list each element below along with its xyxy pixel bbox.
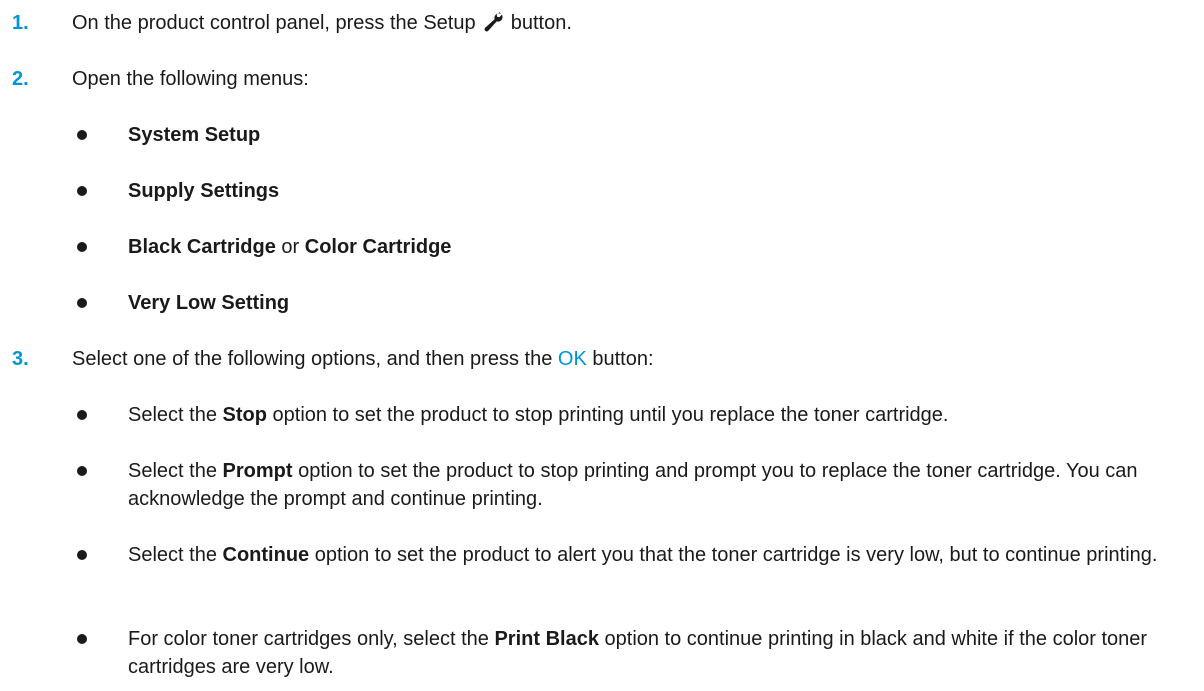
step-number: 2. [12,68,29,90]
option-name: Continue [222,544,310,566]
option-post: option to set the product to alert you t… [309,544,1158,566]
option-text: Select the Stop option to set the produc… [128,401,1188,429]
step-text: On the product control panel, press the … [72,9,572,37]
option-pre: For color toner cartridges only, select … [128,628,495,650]
bullet-icon [77,550,87,560]
step-number: 3. [12,348,29,370]
step-text: Select one of the following options, and… [72,345,654,373]
step-text: Open the following menus: [72,68,309,90]
menu-label: Supply Settings [128,180,280,202]
or-connector: or [275,236,305,258]
option-name: Prompt [222,460,293,482]
bullet-icon [77,410,87,420]
bullet-icon [77,634,87,644]
option-pre: Select the [128,404,223,426]
option-pre: Select the [128,460,223,482]
instruction-document: 1. On the product control panel, press t… [0,0,1204,691]
option-text: For color toner cartridges only, select … [128,625,1188,681]
bullet-icon [77,186,87,196]
option-text: Select the Prompt option to set the prod… [128,457,1188,513]
option-text: Select the Continue option to set the pr… [128,541,1188,569]
bullet-icon [77,466,87,476]
step-text-after: button: [592,348,654,370]
menu-label: Black Cartridge or Color Cartridge [128,233,1188,261]
option-pre: Select the [128,544,223,566]
step-text-before: Select one of the following options, and… [72,348,553,370]
wrench-icon [482,12,504,32]
step-text-before: On the product control panel, press the … [72,12,476,34]
step-number: 1. [12,12,29,34]
menu-label: Very Low Setting [128,292,290,314]
option-name: Print Black [494,628,599,650]
menu-label: System Setup [128,124,261,146]
color-cartridge-label: Color Cartridge [304,236,452,258]
ok-button-label: OK [557,348,587,370]
bullet-icon [77,242,87,252]
black-cartridge-label: Black Cartridge [128,236,276,258]
option-name: Stop [222,404,267,426]
step-text-after: button. [510,12,572,34]
bullet-icon [77,130,87,140]
bullet-icon [77,298,87,308]
option-post: option to set the product to stop printi… [266,404,949,426]
